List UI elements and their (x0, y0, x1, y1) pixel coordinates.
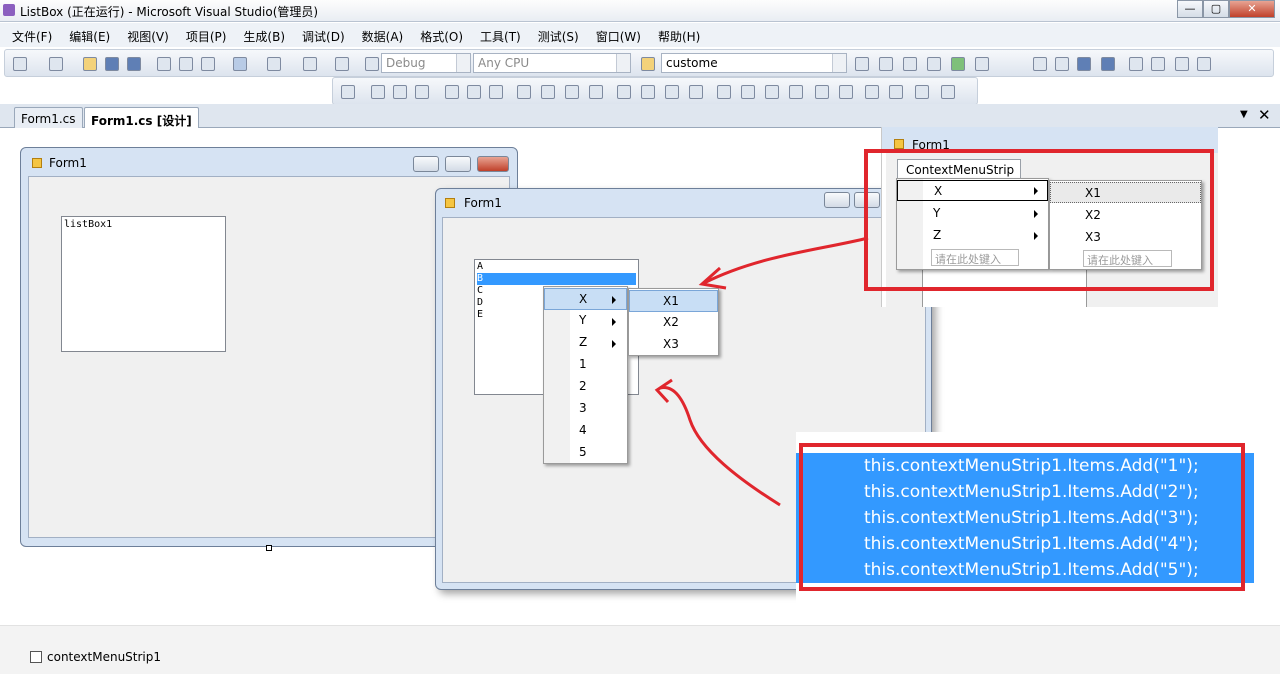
arrowhead (654, 378, 673, 404)
component-tray-item[interactable]: contextMenuStrip1 (47, 650, 161, 664)
arrow-from-code (659, 385, 781, 507)
component-tray: contextMenuStrip1 (0, 625, 1280, 674)
arrow-to-runtime-menu (703, 236, 869, 285)
context-menu-strip-icon (30, 651, 42, 663)
annotation-arrows (654, 236, 1214, 640)
